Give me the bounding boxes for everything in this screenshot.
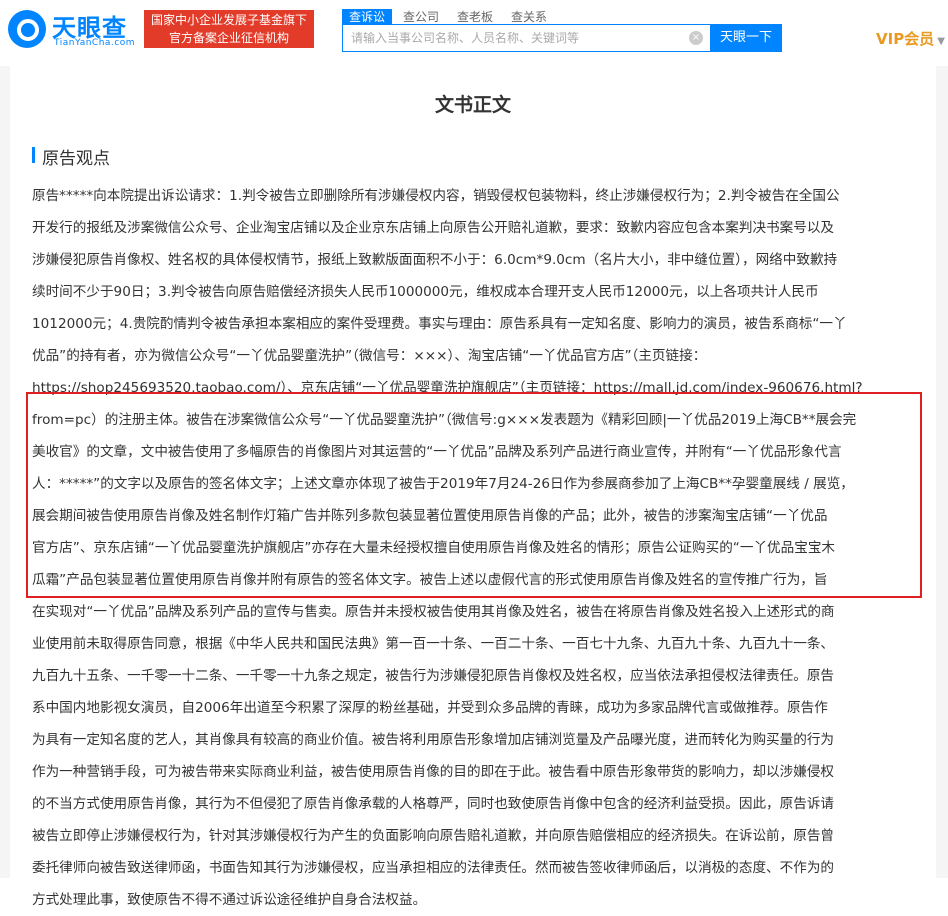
text-line: 方式处理此事，致使原告不得不通过诉讼途径维护自身合法权益。 (32, 892, 427, 908)
text-line: 的不当方式使用原告肖像，其行为不但侵犯了原告肖像承载的人格尊严，同时也致使原告肖… (32, 796, 835, 812)
logo[interactable]: 天眼查 TianYanCha.com (8, 8, 138, 52)
document-body: 原告*****向本院提出诉讼请求：1.判令被告立即删除所有涉嫌侵权内容，销毁侵权… (32, 180, 920, 916)
badge-line-2: 官方备案企业征信机构 (168, 31, 289, 45)
text-line: from=pc）的注册主体。被告在涉案微信公众号“一丫优品婴童洗护”（微信号:g… (32, 412, 857, 428)
eye-logo-icon (8, 10, 46, 48)
text-line: 开发行的报纸及涉案微信公众号、企业淘宝店铺以及企业京东店铺上向原告公开赔礼道歉，… (32, 220, 835, 236)
top-header: 天眼查 TianYanCha.com 国家中小企业发展子基金旗下 官方备案企业征… (0, 0, 948, 67)
document-panel: 文书正文 原告观点 原告*****向本院提出诉讼请求：1.判令被告立即删除所有涉… (10, 66, 936, 908)
text-line: 优品”的持有者，亦为微信公众号“一丫优品婴童洗护”（微信号：×××）、淘宝店铺“… (32, 348, 707, 364)
section-accent-bar (32, 147, 35, 163)
text-line: 为具有一定知名度的艺人，其肖像具有较高的商业价值。被告将利用原告形象增加店铺浏览… (32, 732, 835, 748)
text-line: 涉嫌侵犯原告肖像权、姓名权的具体侵权情节，报纸上致歉版面面积不小于：6.0cm*… (32, 252, 838, 268)
search-box: × 天眼一下 (342, 24, 782, 52)
search-input[interactable] (343, 25, 709, 51)
text-line: https://shop245693520.taobao.com/）、京东店铺“… (32, 380, 863, 396)
text-line: 作为一种营销手段，可为被告带来实际商业利益，被告使用原告肖像的目的即在于此。被告… (32, 764, 835, 780)
text-line: 在实现对“一丫优品”品牌及系列产品的宣传与售卖。原告并未授权被告使用其肖像及姓名… (32, 604, 835, 620)
logo-domain: TianYanCha.com (54, 38, 136, 48)
text-line: 续时间不少于90日；3.判令被告向原告赔偿经济损失人民币1000000元，维权成… (32, 284, 819, 300)
badge-line-1: 国家中小企业发展子基金旗下 (150, 13, 307, 27)
text-line: 美收官》的文章，文中被告使用了多幅原告的肖像图片对其运营的“一丫优品”品牌及系列… (32, 444, 842, 460)
text-line: 被告立即停止涉嫌侵权行为，针对其涉嫌侵权行为产生的负面影响向原告赔礼道歉，并向原… (32, 828, 835, 844)
text-line: 人：*****”的文字以及原告的签名体文字；上述文章亦体现了被告于2019年7月… (32, 476, 854, 492)
section-title: 原告观点 (42, 149, 110, 169)
text-line: 1012000元；4.贵院酌情判令被告承担本案相应的案件受理费。事实与理由：原告… (32, 316, 847, 332)
page-title: 文书正文 (434, 94, 511, 116)
text-line: 业使用前未取得原告同意，根据《中华人民共和国民法典》第一百一十条、一百二十条、一… (32, 636, 835, 652)
vip-member-link[interactable]: VIP会员 ▼ (876, 28, 945, 49)
text-line: 瓜霜”产品包装显著位置使用原告肖像并附有原告的签名体文字。被告上述以虚假代言的形… (32, 572, 828, 588)
search-button[interactable]: 天眼一下 (710, 24, 782, 52)
text-line: 委托律师向被告致送律师函，书面告知其行为涉嫌侵权，应当承担相应的法律责任。然而被… (32, 860, 835, 876)
clear-icon[interactable]: × (689, 31, 703, 45)
text-line: 九百九十五条、一千零一十二条、一千零一十九条之规定，被告行为涉嫌侵犯原告肖像权及… (32, 668, 835, 684)
vip-label: VIP会员 (876, 30, 935, 48)
chevron-down-icon: ▼ (937, 36, 945, 47)
text-line: 系中国内地影视女演员，自2006年出道至今积累了深厚的粉丝基础，并受到众多品牌的… (32, 700, 828, 716)
text-line: 原告*****向本院提出诉讼请求：1.判令被告立即删除所有涉嫌侵权内容，销毁侵权… (32, 188, 840, 204)
text-line: 展会期间被告使用原告肖像及姓名制作灯箱广告并陈列多款包装显著位置使用原告肖像的产… (32, 508, 828, 524)
official-badge: 国家中小企业发展子基金旗下 官方备案企业征信机构 (144, 10, 314, 48)
text-line: 官方店”、京东店铺“一丫优品婴童洗护旗舰店”亦存在大量未经授权擅自使用原告肖像及… (32, 540, 836, 556)
search-tabs: 查诉讼 查公司 查老板 查关系 (342, 6, 558, 26)
